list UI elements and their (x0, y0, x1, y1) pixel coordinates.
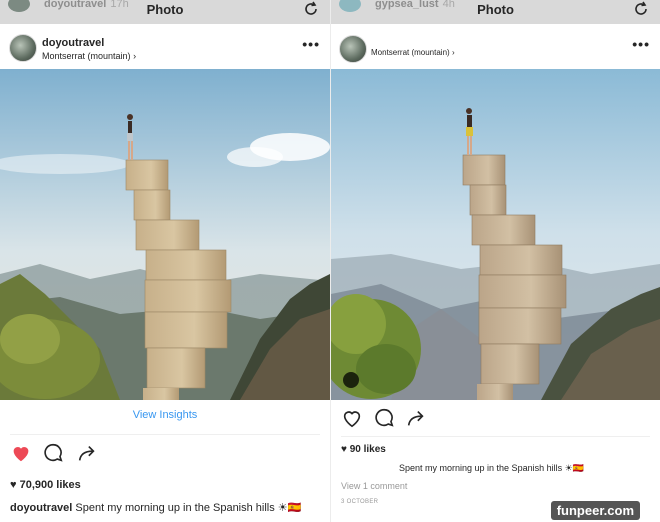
avatar[interactable] (9, 34, 37, 62)
post-photo[interactable] (0, 69, 330, 400)
screen-title: Photo (477, 2, 514, 17)
left-post-panel: doyoutravel 17h Photo doyoutravel Montser… (0, 0, 330, 522)
screen-title: Photo (146, 2, 184, 17)
heart-small-icon: ♥ (341, 444, 350, 455)
avatar[interactable] (339, 35, 367, 63)
divider (10, 434, 320, 435)
refresh-icon[interactable] (632, 0, 650, 22)
story-header-bar: gypsea_lust 4h Photo (331, 0, 660, 24)
comment-icon[interactable] (42, 442, 64, 464)
divider (341, 436, 650, 437)
post-location[interactable]: Montserrat (mountain) › (42, 51, 136, 61)
view-insights-link[interactable]: View Insights (0, 409, 330, 421)
like-count[interactable]: ♥ 90 likes (341, 444, 386, 455)
like-count[interactable]: ♥ 70,900 likes (10, 479, 81, 491)
post-header: Montserrat (mountain) › ••• (331, 30, 660, 68)
right-post-panel: gypsea_lust 4h Photo Montserrat (mountain… (331, 0, 660, 522)
chevron-right-icon: › (133, 51, 137, 61)
refresh-icon[interactable] (302, 0, 320, 22)
post-username[interactable]: doyoutravel (42, 37, 104, 49)
user-tag-icon[interactable] (343, 372, 359, 388)
comment-icon[interactable] (373, 407, 395, 429)
post-photo[interactable] (331, 69, 660, 400)
more-icon[interactable]: ••• (302, 36, 320, 52)
share-icon[interactable] (76, 442, 98, 464)
post-location[interactable]: Montserrat (mountain) › (371, 48, 455, 57)
watermark: funpeer.com (550, 501, 640, 520)
post-header: doyoutravel Montserrat (mountain) › ••• (0, 30, 330, 68)
caption-text: Spent my morning up in the Spanish hills… (399, 463, 584, 473)
heart-filled-icon[interactable] (10, 442, 32, 464)
chevron-right-icon: › (451, 48, 455, 57)
share-icon[interactable] (405, 407, 427, 429)
more-icon[interactable]: ••• (632, 36, 650, 52)
heart-outline-icon[interactable] (341, 407, 363, 429)
story-header-bar: doyoutravel 17h Photo (0, 0, 330, 24)
heart-small-icon: ♥ (10, 479, 20, 491)
post-date: 3 OCTOBER (341, 499, 379, 505)
post-caption: doyoutravel Spent my morning up in the S… (10, 501, 301, 514)
caption-text: Spent my morning up in the Spanish hills… (75, 502, 302, 514)
view-comments-link[interactable]: View 1 comment (341, 481, 407, 491)
caption-username[interactable]: doyoutravel (10, 502, 72, 514)
